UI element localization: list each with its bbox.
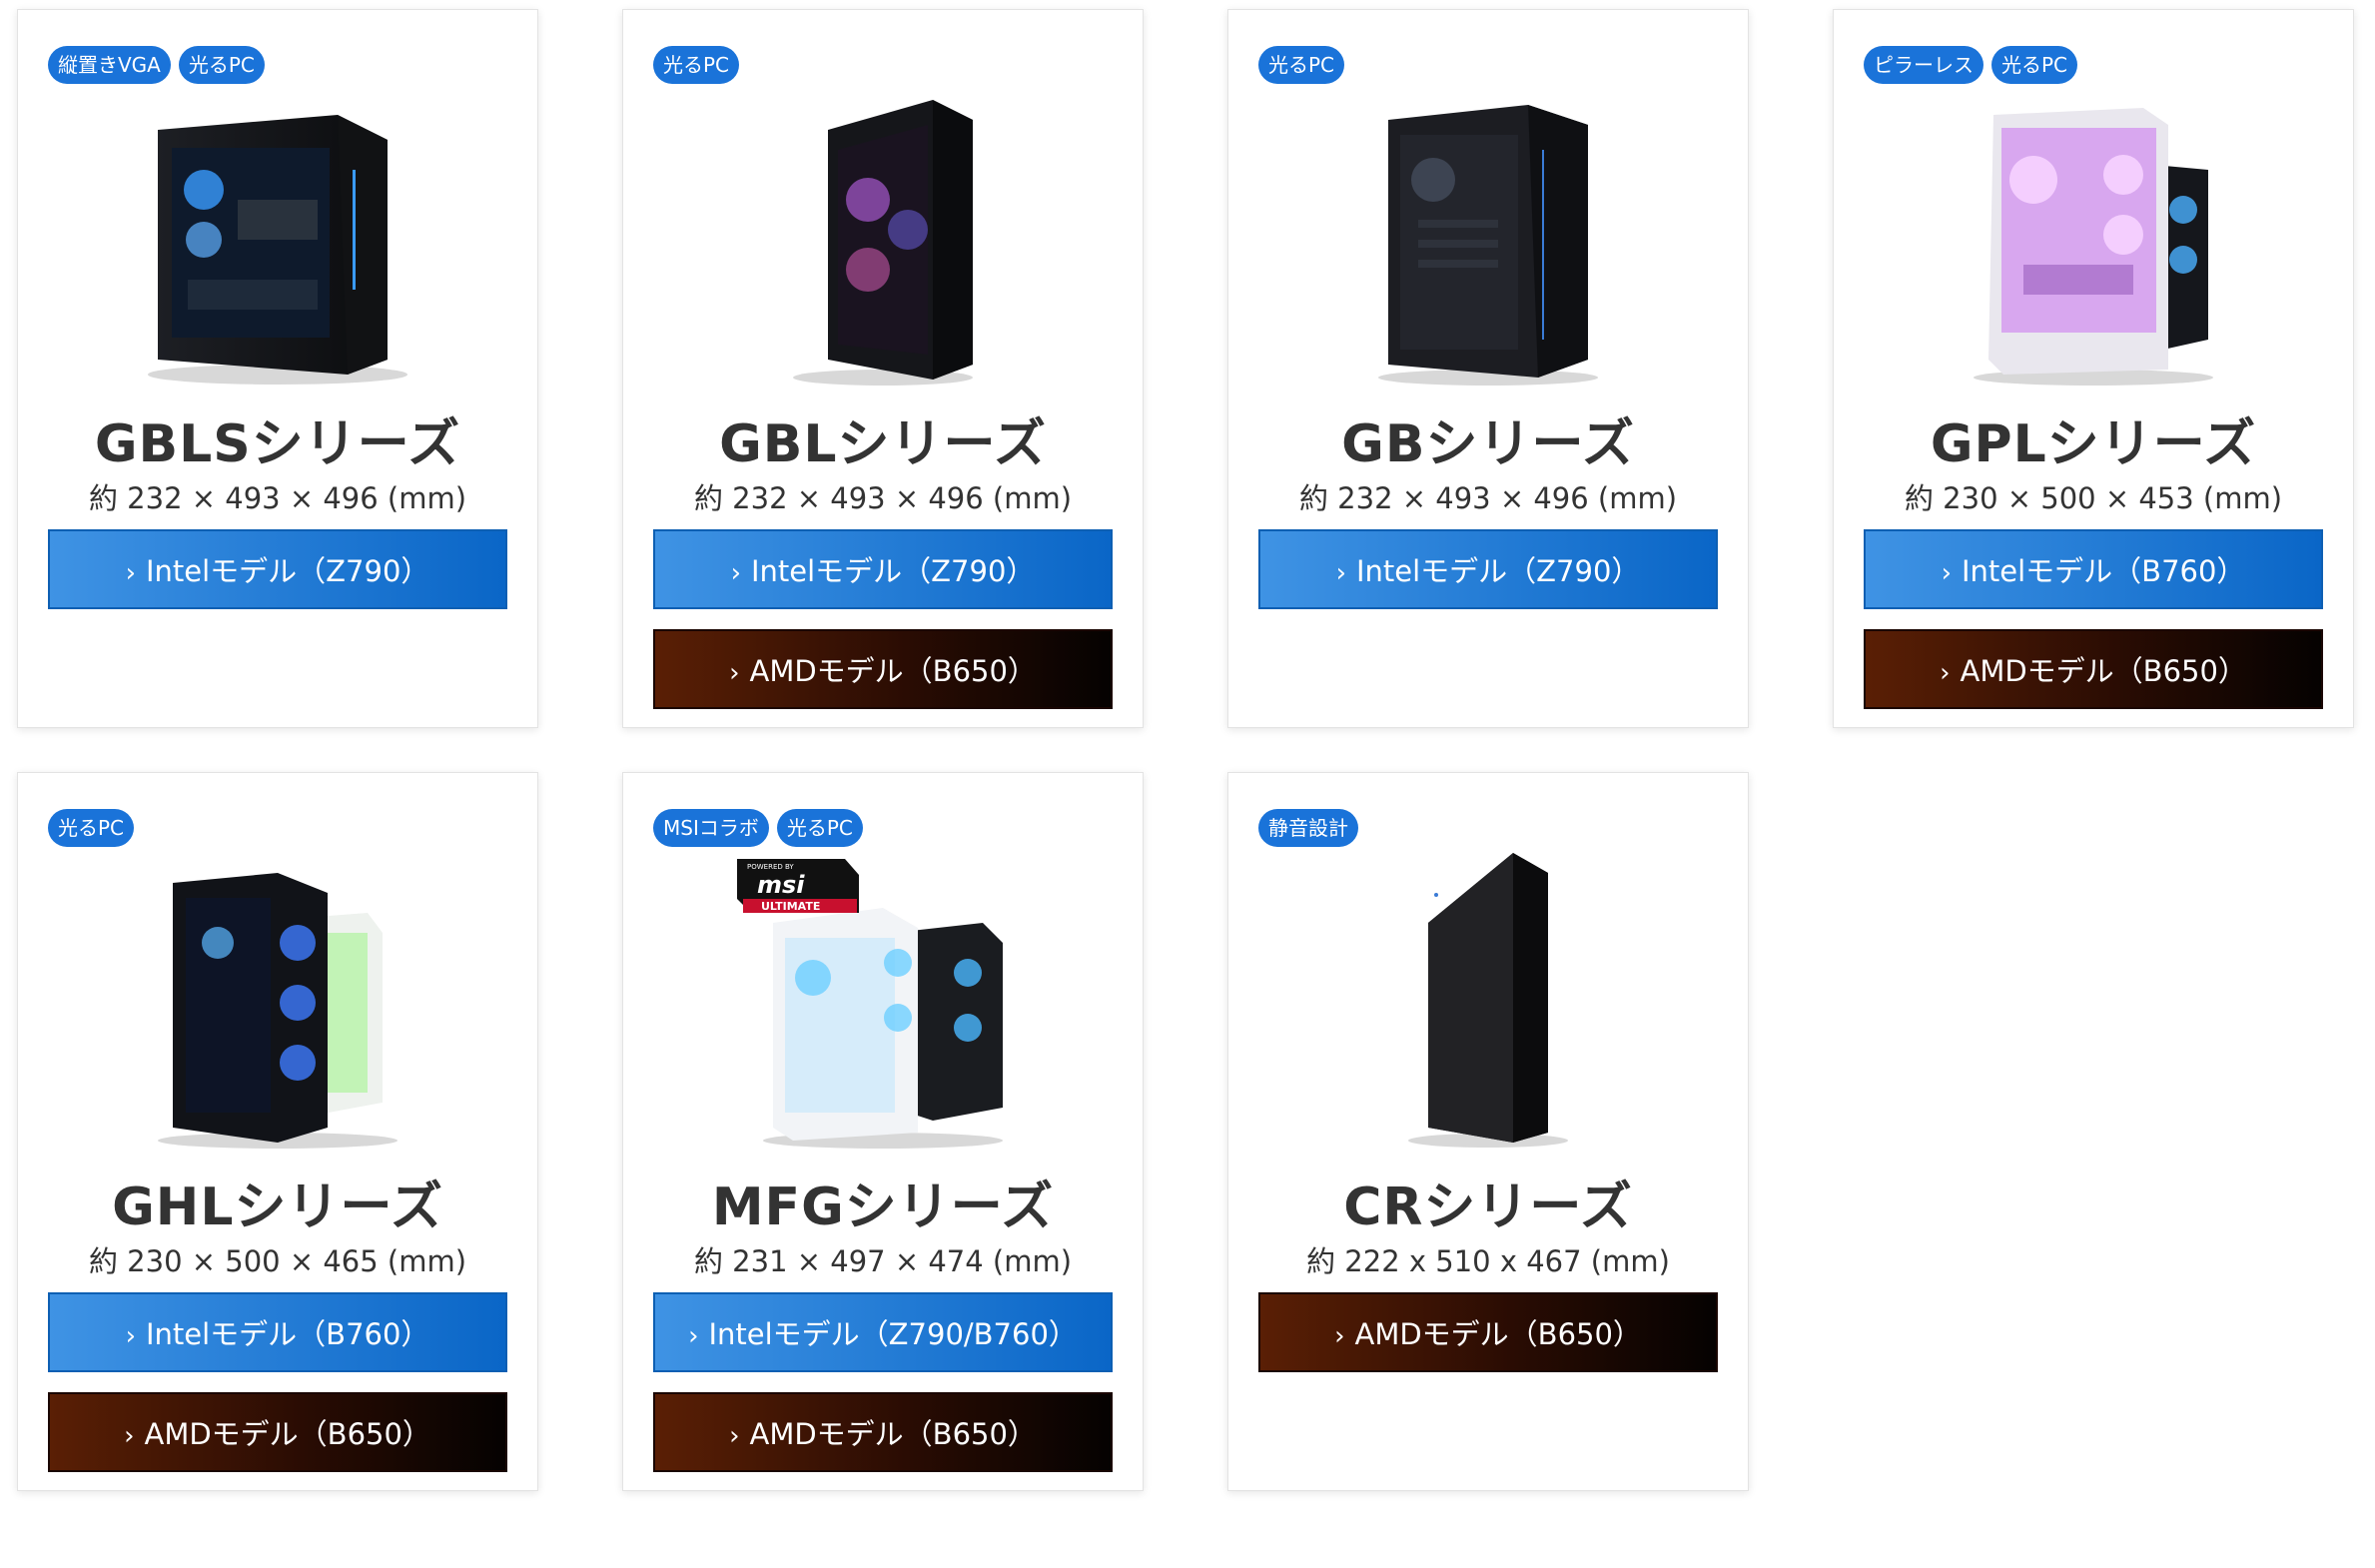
button-label: AMDモデル（B650） [1960,654,2247,688]
pc-case-image [623,853,1143,1163]
intel-model-button[interactable]: › Intelモデル（Z790/B760） [653,1292,1113,1372]
button-label: AMDモデル（B650） [749,654,1037,688]
chevron-right-icon: › [730,558,741,588]
product-card-gbls: 縦置きVGA 光るPC GBLSシリーズ 約 232 × 493 × 496 (… [17,9,538,728]
series-name: GBLSシリーズ [94,414,461,474]
chevron-right-icon: › [1940,658,1951,688]
series-name: GBLシリーズ [719,414,1047,474]
intel-model-button[interactable]: › Intelモデル（B760） [1864,529,2323,609]
tag-list: 光るPC [48,809,135,847]
button-label: Intelモデル（B760） [1961,554,2246,588]
dimensions-text: 約 232 × 493 × 496 (mm) [1298,481,1678,515]
logo-brand: msi [757,871,805,899]
dimensions-text: 約 222 x 510 x 467 (mm) [1306,1244,1670,1278]
tag-badge: 光るPC [1258,46,1345,84]
product-card-mfg: MSIコラボ 光るPC POWERED BY msi ULTIMATE MFGシ… [622,772,1144,1491]
chevron-right-icon: › [125,558,136,588]
tag-badge: MSIコラボ [653,809,769,847]
series-name: GHLシリーズ [112,1177,443,1237]
tag-badge: 光るPC [653,46,740,84]
product-card-gb: 光るPC GBシリーズ 約 232 × 493 × 496 (mm) › Inte… [1227,9,1749,728]
chevron-right-icon: › [729,658,740,688]
amd-model-button[interactable]: › AMDモデル（B650） [1258,1292,1718,1372]
logo-powered-by: POWERED BY [747,863,794,871]
amd-model-button[interactable]: › AMDモデル（B650） [653,629,1113,709]
tag-badge: 光るPC [178,46,265,84]
intel-model-button[interactable]: › Intelモデル（Z790） [1258,529,1718,609]
dimensions-text: 約 230 × 500 × 465 (mm) [88,1244,467,1278]
pc-case-image [18,853,537,1163]
pc-case-image [1834,90,2353,399]
chevron-right-icon: › [1334,1321,1345,1351]
series-name: CRシリーズ [1343,1177,1633,1237]
tag-badge: ピラーレス [1864,46,1983,84]
dimensions-text: 約 232 × 493 × 496 (mm) [88,481,467,515]
tag-list: 光るPC [1258,46,1345,84]
pc-case-image [18,90,537,399]
button-label: Intelモデル（Z790） [750,554,1036,588]
pc-case-image [1228,90,1748,399]
product-card-ghl: 光るPC GHLシリーズ 約 230 × 500 × 465 (mm) › Int… [17,772,538,1491]
intel-model-button[interactable]: › Intelモデル（Z790） [653,529,1113,609]
chevron-right-icon: › [1335,558,1346,588]
tag-list: MSIコラボ 光るPC [653,809,863,847]
tag-badge: 静音設計 [1258,809,1358,847]
chevron-right-icon: › [125,1321,136,1351]
series-name: MFGシリーズ [711,1177,1055,1237]
button-label: Intelモデル（Z790） [1355,554,1641,588]
button-label: Intelモデル（Z790/B760） [708,1317,1078,1351]
tag-badge: 縦置きVGA [48,46,171,84]
product-grid: 縦置きVGA 光るPC GBLSシリーズ 約 232 × 493 × 496 (… [0,0,2375,1568]
series-name: GPLシリーズ [1930,414,2257,474]
tag-list: 縦置きVGA 光るPC [48,46,265,84]
chevron-right-icon: › [124,1421,135,1451]
tag-list: ピラーレス 光るPC [1864,46,2078,84]
tag-badge: 光るPC [1991,46,2078,84]
dimensions-text: 約 231 × 497 × 474 (mm) [693,1244,1073,1278]
amd-model-button[interactable]: › AMDモデル（B650） [1864,629,2323,709]
tag-badge: 光るPC [48,809,135,847]
pc-case-image [623,90,1143,399]
amd-model-button[interactable]: › AMDモデル（B650） [48,1392,507,1472]
button-label: AMDモデル（B650） [144,1417,431,1451]
amd-model-button[interactable]: › AMDモデル（B650） [653,1392,1113,1472]
button-label: AMDモデル（B650） [749,1417,1037,1451]
tag-list: 静音設計 [1258,809,1358,847]
product-card-cr: 静音設計 CRシリーズ 約 222 x 510 x 467 (mm) › AMDモ… [1227,772,1749,1491]
series-name: GBシリーズ [1341,414,1635,474]
chevron-right-icon: › [688,1321,699,1351]
chevron-right-icon: › [729,1421,740,1451]
dimensions-text: 約 230 × 500 × 453 (mm) [1904,481,2283,515]
button-label: AMDモデル（B650） [1354,1317,1642,1351]
intel-model-button[interactable]: › Intelモデル（Z790） [48,529,507,609]
button-label: Intelモデル（B760） [145,1317,430,1351]
tag-badge: 光るPC [776,809,863,847]
intel-model-button[interactable]: › Intelモデル（B760） [48,1292,507,1372]
tag-list: 光るPC [653,46,740,84]
button-label: Intelモデル（Z790） [145,554,430,588]
product-card-gbl: 光るPC GBLシリーズ 約 232 × 493 × 496 (mm) › Int… [622,9,1144,728]
chevron-right-icon: › [1941,558,1952,588]
logo-ultimate: ULTIMATE [761,900,820,913]
msi-ultimate-logo: POWERED BY msi ULTIMATE [733,855,863,923]
pc-case-image [1228,853,1748,1163]
product-card-gpl: ピラーレス 光るPC GPLシリーズ 約 230 × 500 × 453 (mm… [1833,9,2354,728]
dimensions-text: 約 232 × 493 × 496 (mm) [693,481,1073,515]
